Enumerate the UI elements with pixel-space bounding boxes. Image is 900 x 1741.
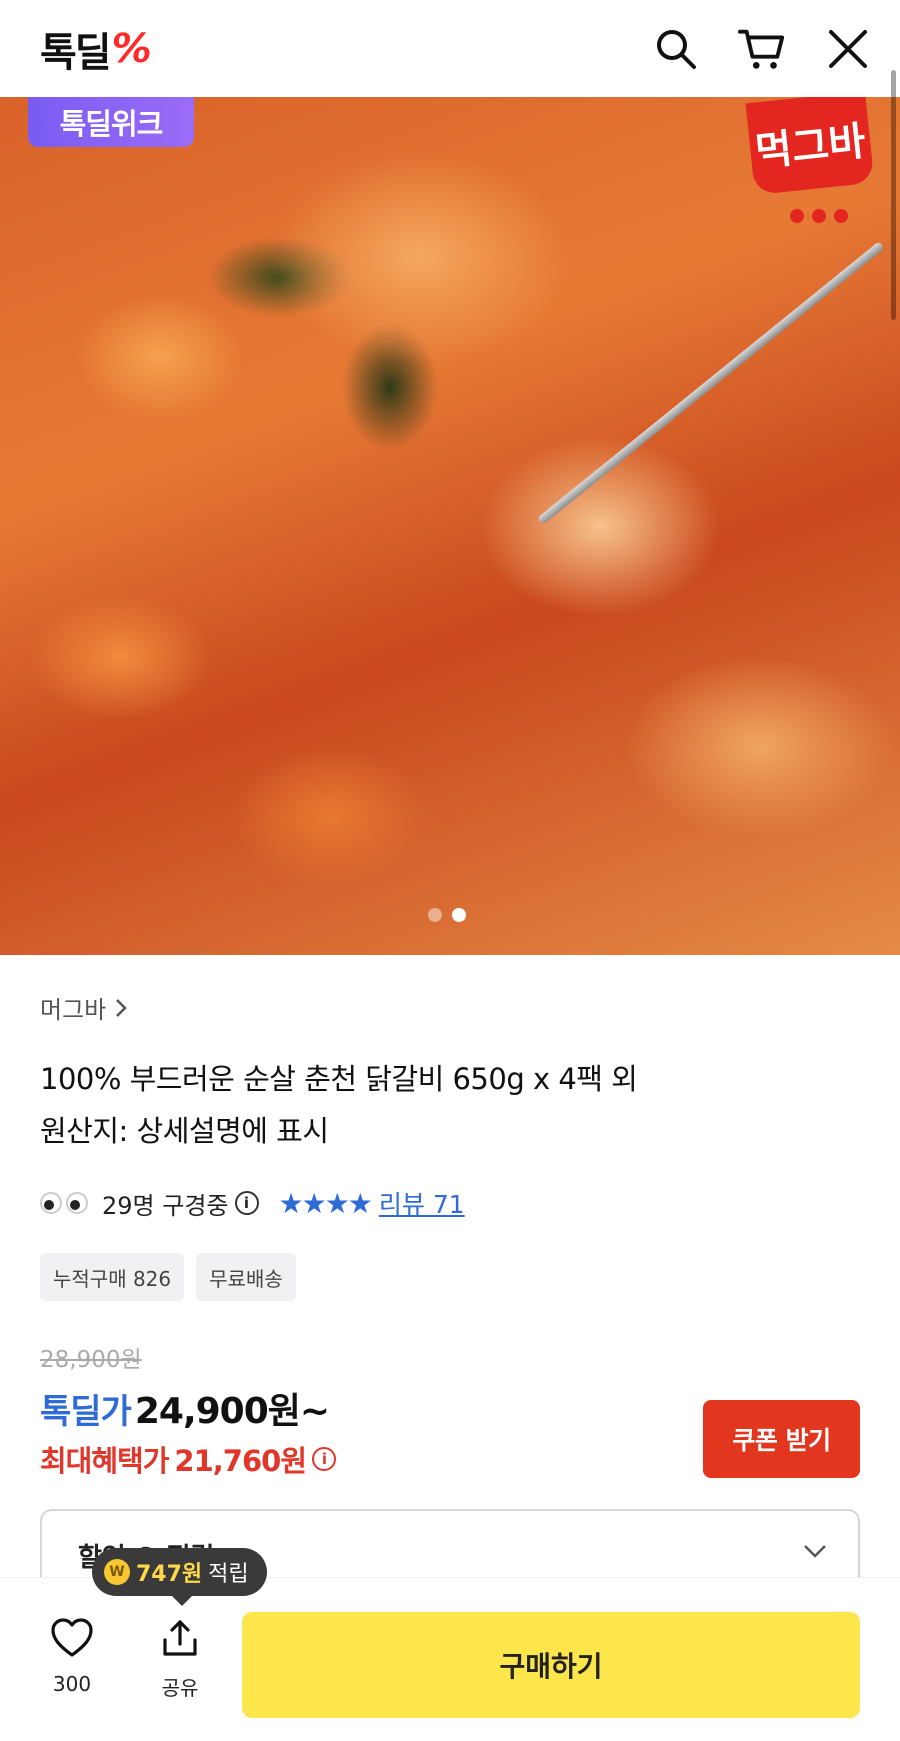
like-button[interactable]: 300 (32, 1618, 112, 1696)
eyes-icon (40, 1192, 88, 1214)
max-benefit-label: 최대혜택가 (40, 1444, 169, 1478)
max-benefit-row: 최대혜택가 21,760원 i (40, 1438, 336, 1480)
share-icon (163, 1620, 197, 1656)
tag-free-shipping: 무료배송 (196, 1253, 296, 1301)
benefit-info-icon[interactable]: i (312, 1447, 336, 1471)
search-icon[interactable] (652, 25, 700, 73)
heart-icon (51, 1618, 93, 1657)
carousel-dot-2[interactable] (452, 908, 466, 922)
product-meta-row: 29명 구경중 i ★★★★ 리뷰 71 (40, 1185, 465, 1221)
brand-logo-dots (790, 209, 848, 223)
points-amount: 747원 (136, 1562, 203, 1587)
top-header: 톡딜 % (0, 0, 900, 97)
brand-name: 머그바 (40, 996, 107, 1024)
product-title: 100% 부드러운 순살 춘천 닭갈비 650g x 4팩 외 원산지: 상세설… (40, 1053, 860, 1157)
brand-logo: 먹그바 (745, 97, 875, 196)
info-icon[interactable]: i (234, 1191, 259, 1215)
get-coupon-button[interactable]: 쿠폰 받기 (703, 1400, 860, 1478)
product-info: 머그바 100% 부드러운 순살 춘천 닭갈비 650g x 4팩 외 원산지:… (40, 990, 860, 1157)
rating-stars: ★★★★ (278, 1186, 373, 1220)
cart-icon[interactable] (738, 25, 786, 73)
tokdeal-week-badge: 톡딜위크 (28, 97, 194, 147)
coin-icon: W (104, 1559, 130, 1585)
brand-link[interactable]: 머그바 (40, 990, 860, 1025)
product-image-carousel[interactable]: 톡딜위크 먹그바 (0, 97, 900, 955)
carousel-indicator (428, 908, 466, 922)
max-benefit-price: 21,760원 (174, 1444, 307, 1478)
header-actions (652, 25, 872, 73)
buy-button[interactable]: 구매하기 (242, 1612, 860, 1718)
viewer-count: 29명 구경중 (102, 1191, 229, 1220)
close-icon[interactable] (824, 25, 872, 73)
like-count: 300 (52, 1672, 92, 1696)
original-price: 28,900원 (40, 1347, 142, 1373)
product-origin-line: 원산지: 상세설명에 표시 (40, 1114, 329, 1148)
share-label: 공유 (161, 1676, 199, 1700)
share-button[interactable]: 공유 (140, 1618, 220, 1701)
review-link[interactable]: 리뷰 71 (379, 1185, 465, 1221)
tag-cumulative-purchases: 누적구매 826 (40, 1253, 185, 1301)
logo-percent-mark: % (111, 25, 152, 72)
chevron-down-icon (804, 1545, 826, 1558)
chevron-right-icon (116, 998, 128, 1017)
points-tooltip: W 747원 적립 (92, 1548, 267, 1606)
deal-price-label: 톡딜가 (40, 1392, 132, 1432)
points-suffix: 적립 (208, 1562, 249, 1587)
chopstick-graphic (537, 241, 885, 525)
deal-price-row: 톡딜가 24,900원~ (40, 1382, 330, 1434)
logo-text: 톡딜 (40, 29, 112, 76)
bottom-action-bar: 300 공유 구매하기 (0, 1577, 900, 1741)
carousel-dot-1[interactable] (428, 908, 442, 922)
scrollbar[interactable] (891, 70, 896, 320)
product-tags: 누적구매 826 무료배송 (40, 1253, 296, 1301)
tokdeal-logo[interactable]: 톡딜 % (40, 20, 152, 78)
deal-price: 24,900원~ (134, 1391, 330, 1432)
product-title-line-1: 100% 부드러운 순살 춘천 닭갈비 650g x 4팩 외 (40, 1062, 638, 1096)
